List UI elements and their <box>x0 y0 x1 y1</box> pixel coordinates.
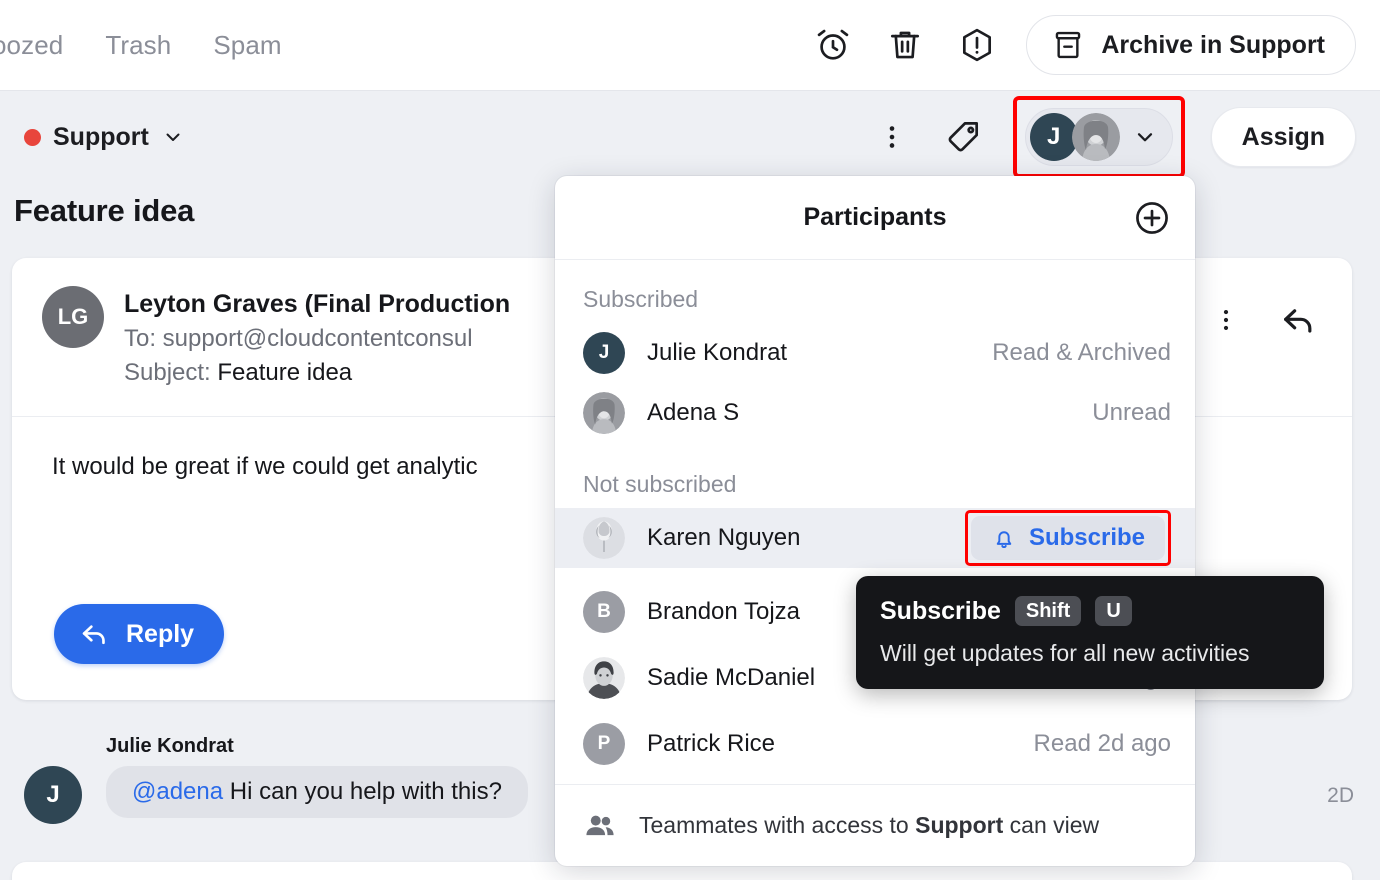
subscribe-button-label: Subscribe <box>1028 524 1145 551</box>
comment-bubble: @adena Hi can you help with this? <box>106 766 528 818</box>
footer-inbox-name: Support <box>915 812 1004 838</box>
participant-status: Read & Archived <box>992 339 1171 366</box>
footer-suffix: can view <box>1003 812 1100 838</box>
chevron-down-icon <box>161 125 185 149</box>
participants-avatar-group-highlight: J <box>1012 96 1185 178</box>
avatar-adena-s <box>583 392 625 434</box>
tooltip-title: Subscribe <box>880 596 1001 625</box>
message-subject-value: Feature idea <box>217 358 353 386</box>
participants-footer: Teammates with access to Support can vie… <box>555 784 1195 866</box>
snooze-clock-icon[interactable] <box>810 22 856 68</box>
participant-name: Sadie McDaniel <box>647 664 816 691</box>
avatar-patrick-rice: P <box>583 723 625 765</box>
top-actions: Archive in Support <box>810 15 1380 75</box>
participants-footer-text: Teammates with access to Support can vie… <box>639 812 1099 839</box>
people-icon <box>583 809 617 843</box>
participant-name: Karen Nguyen <box>647 524 801 551</box>
message-meta: Leyton Graves (Final Production To: supp… <box>124 286 510 390</box>
participant-status: Unread <box>1092 399 1171 426</box>
message-actions <box>1212 300 1318 340</box>
section-label-subscribed: Subscribed <box>583 286 699 312</box>
participants-list: Subscribed J Julie Kondrat Read & Archiv… <box>555 260 1195 784</box>
message-sender: Leyton Graves (Final Production <box>124 290 511 318</box>
tab-trash[interactable]: Trash <box>105 30 171 61</box>
thread-subheader: Support J Assign <box>0 90 1380 183</box>
tab-snoozed[interactable]: Snoozed <box>0 30 63 61</box>
participants-popover: Participants Subscribed J Julie Kondrat … <box>555 176 1195 866</box>
avatar-brandon-tojza: B <box>583 591 625 633</box>
message-more-options-icon[interactable] <box>1212 306 1240 334</box>
bell-icon <box>991 525 1017 551</box>
archive-button-label: Archive in Support <box>1101 30 1325 59</box>
participant-row-adena-s[interactable]: Adena S Unread <box>555 383 1195 443</box>
tooltip-description: Will get updates for all new activities <box>880 640 1250 666</box>
footer-prefix: Teammates with access to <box>639 812 916 838</box>
reply-button[interactable]: Reply <box>54 604 225 664</box>
tooltip-key-shift: Shift <box>1014 596 1082 626</box>
comment-avatar: J <box>24 766 82 824</box>
participants-header: Participants <box>555 176 1195 260</box>
app-root: Snoozed Trash Spam <box>0 0 1380 880</box>
avatar-group-chevron-icon <box>1132 124 1158 150</box>
participant-row-karen-nguyen[interactable]: Karen Nguyen Subscribe <box>555 508 1195 568</box>
participant-name: Brandon Tojza <box>647 598 800 625</box>
subscribe-button-highlight: Subscribe <box>964 510 1171 566</box>
tab-spam[interactable]: Spam <box>213 30 281 61</box>
archive-box-icon <box>1051 28 1085 62</box>
message-reply-arrow-icon[interactable] <box>1278 300 1318 340</box>
top-navigation-bar: Snoozed Trash Spam <box>0 0 1380 90</box>
add-participant-icon[interactable] <box>1133 199 1171 237</box>
reply-button-label: Reply <box>126 619 195 648</box>
comment-mention[interactable]: @adena <box>132 778 223 805</box>
participants-title: Participants <box>803 203 947 231</box>
participant-row-julie-kondrat[interactable]: J Julie Kondrat Read & Archived <box>555 323 1195 383</box>
inbox-name-label: Support <box>53 122 149 151</box>
comment-timestamp: 2D <box>1327 784 1354 807</box>
assign-button[interactable]: Assign <box>1210 107 1356 167</box>
tooltip-key-u: U <box>1095 596 1132 626</box>
participant-name: Julie Kondrat <box>647 339 788 366</box>
section-label-not-subscribed: Not subscribed <box>583 471 737 497</box>
avatar-sadie-mcdaniel <box>583 657 625 699</box>
tooltip-title-row: Subscribe Shift U <box>880 596 1300 626</box>
tag-icon[interactable] <box>941 114 987 160</box>
comment-text: Hi can you help with this? <box>229 778 502 805</box>
trash-icon[interactable] <box>882 22 928 68</box>
inbox-status-dot <box>24 128 41 146</box>
avatar-leyton-graves: LG <box>42 286 104 348</box>
avatar-adena <box>1071 113 1120 161</box>
message-recipient: To: support@cloudcontentconsul <box>124 324 473 352</box>
mailbox-tabs: Snoozed Trash Spam <box>0 30 282 61</box>
more-options-icon[interactable] <box>869 114 915 160</box>
message-subject-label: Subject: <box>124 358 211 386</box>
reply-arrow-icon <box>78 618 110 650</box>
subscribe-tooltip: Subscribe Shift U Will get updates for a… <box>856 576 1324 689</box>
participants-avatar-group-button[interactable]: J <box>1024 108 1173 166</box>
avatar-julie: J <box>1029 113 1078 161</box>
participant-status: Read 2d ago <box>1033 730 1171 757</box>
avatar-karen-nguyen <box>583 517 625 559</box>
inbox-selector[interactable]: Support <box>24 123 185 152</box>
thread-title: Feature idea <box>14 193 195 228</box>
avatar-julie-kondrat: J <box>583 332 625 374</box>
participant-row-patrick-rice[interactable]: P Patrick Rice Read 2d ago <box>555 714 1195 774</box>
spam-alert-icon[interactable] <box>954 22 1000 68</box>
subscribe-button[interactable]: Subscribe <box>970 516 1165 560</box>
archive-in-support-button[interactable]: Archive in Support <box>1026 15 1356 75</box>
participant-name: Adena S <box>647 399 740 426</box>
message-subject-line: Subject: Feature idea <box>124 356 510 390</box>
subheader-actions: J Assign <box>869 96 1356 178</box>
participant-name: Patrick Rice <box>647 730 776 757</box>
